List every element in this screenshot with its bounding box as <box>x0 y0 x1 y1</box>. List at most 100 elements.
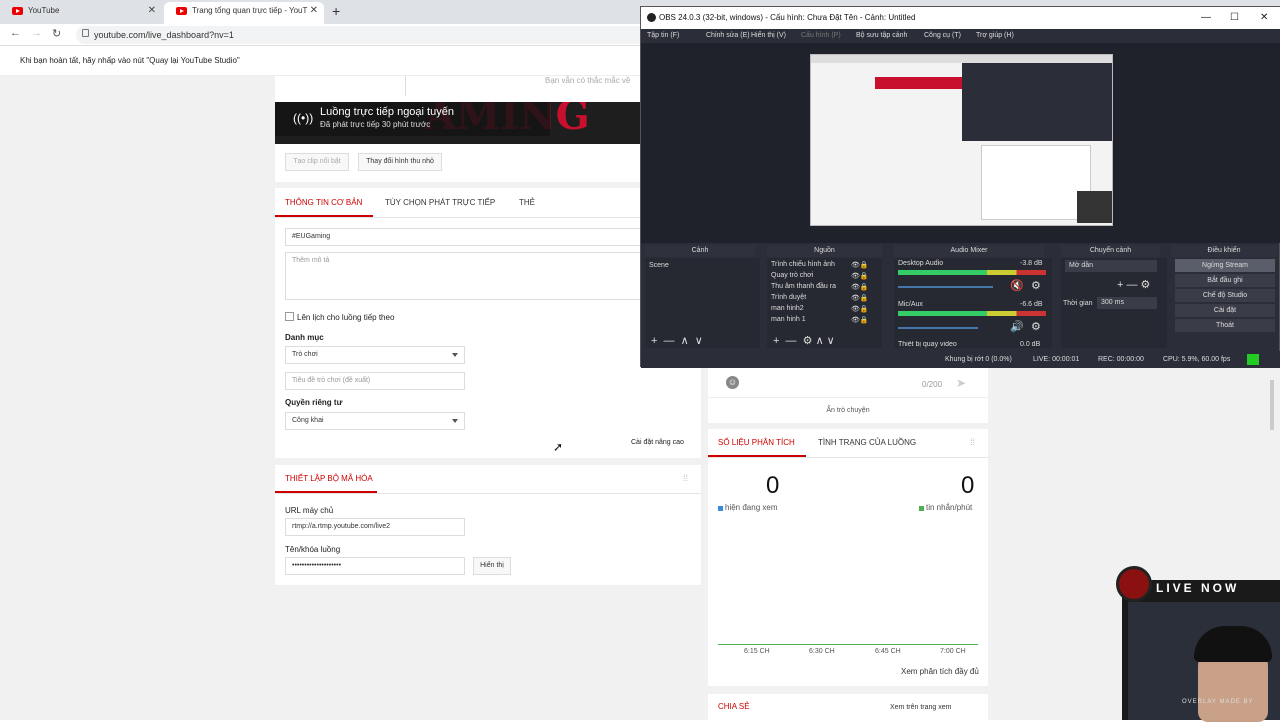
share-title: CHIA SẺ <box>718 702 750 711</box>
live-timer: LIVE: 00:00:01 <box>1033 356 1080 363</box>
scenes-dock-title: Cảnh <box>645 245 755 257</box>
tab-stream-health[interactable]: TÌNH TRẠNG CỦA LUỒNG <box>818 438 916 447</box>
encoder-card: THIẾT LẬP BỘ MÃ HÓA ⁞⁞ URL máy chủ rtmp:… <box>275 465 701 585</box>
back-icon[interactable]: ← <box>10 27 21 39</box>
overlay-credit: OVERLAY MADE BY <box>1182 699 1254 705</box>
minimize-icon[interactable]: — <box>1201 7 1211 29</box>
scene-item[interactable]: Scene <box>645 260 755 271</box>
exit-button[interactable]: Thoát <box>1175 319 1275 332</box>
live-now-label: LIVE NOW <box>1156 581 1240 595</box>
obs-window: OBS 24.0.3 (32-bit, windows) - Cấu hình:… <box>640 6 1280 368</box>
youtube-logo-icon <box>12 7 23 15</box>
create-clip-button[interactable]: Tạo clip nổi bật <box>285 153 349 171</box>
volume-slider[interactable] <box>898 327 978 329</box>
tab-live-dashboard[interactable]: Trang tổng quan trực tiếp - YouT ✕ <box>164 2 324 24</box>
close-icon[interactable]: ✕ <box>1260 7 1268 29</box>
change-thumbnail-button[interactable]: Thay đổi hình thu nhỏ <box>358 153 442 171</box>
transition-select[interactable]: Mờ dần <box>1065 260 1157 272</box>
time-tick: 6:30 CH <box>809 648 835 655</box>
menu-edit[interactable]: Chỉnh sửa (E) <box>706 29 750 43</box>
studio-mode-button[interactable]: Chế độ Studio <box>1175 289 1275 302</box>
send-icon[interactable]: ➤ <box>956 376 966 390</box>
emoji-icon[interactable]: ☺ <box>726 376 739 389</box>
start-recording-button[interactable]: Bắt đầu ghi <box>1175 274 1275 287</box>
advanced-settings-link[interactable]: Cài đặt nâng cao <box>631 439 684 446</box>
preview-actions: Tạo clip nổi bật Thay đổi hình thu nhỏ <box>275 144 640 182</box>
menu-file[interactable]: Tập tin (F) <box>647 29 679 43</box>
streamer-hair <box>1194 626 1272 662</box>
obs-titlebar: OBS 24.0.3 (32-bit, windows) - Cấu hình:… <box>641 7 1280 29</box>
category-select[interactable]: Trò chơi <box>285 346 465 364</box>
lock-icon <box>82 29 89 37</box>
volume-slider[interactable] <box>898 286 993 288</box>
add-icon[interactable]: + — ⚙ ∧ ∨ <box>773 334 835 347</box>
capture-webcam <box>1077 191 1112 223</box>
maximize-icon[interactable]: ☐ <box>1230 7 1239 29</box>
full-analytics-link[interactable]: Xem phân tích đầy đủ <box>901 667 979 676</box>
hide-chat-link[interactable]: Ẩn trò chuyện <box>708 407 988 414</box>
info-card: THÔNG TIN CƠ BẢN TÙY CHỌN PHÁT TRỰC TIẾP… <box>275 188 701 458</box>
tab-analytics[interactable]: SỐ LIỆU PHÂN TÍCH <box>718 438 795 447</box>
mixer-dock-title: Audio Mixer <box>894 245 1044 257</box>
capture-analytics <box>981 145 1091 220</box>
close-icon[interactable]: ✕ <box>148 2 156 20</box>
gear-icon[interactable]: ⚙ <box>1031 320 1041 333</box>
schedule-checkbox[interactable] <box>285 312 294 321</box>
tab-title: YouTube <box>28 6 60 15</box>
gear-icon[interactable]: ⚙ <box>1031 279 1041 292</box>
obs-logo-icon <box>647 13 656 22</box>
menu-scene-collection[interactable]: Bộ sưu tập cảnh <box>856 29 907 43</box>
youtube-logo-icon <box>176 7 187 15</box>
drag-handle-icon[interactable]: ⁞⁞ <box>970 437 975 447</box>
mute-icon[interactable]: 🔇 <box>1010 279 1024 292</box>
preview-screen-capture <box>810 54 1113 226</box>
analytics-card: SỐ LIỆU PHÂN TÍCH TÌNH TRẠNG CỦA LUỒNG ⁞… <box>708 429 988 686</box>
help-hint: Bạn vẫn có thắc mắc về <box>545 76 631 85</box>
server-url-field[interactable]: rtmp://a.rtmp.youtube.com/live2 <box>285 518 465 536</box>
drag-handle-icon[interactable]: ⁞⁞ <box>683 473 688 483</box>
duration-input[interactable]: 300 ms <box>1097 297 1157 309</box>
tab-basic-info[interactable]: THÔNG TIN CƠ BẢN <box>285 198 362 207</box>
menu-help[interactable]: Trợ giúp (H) <box>976 29 1014 43</box>
tab-youtube[interactable]: YouTube ✕ <box>0 2 162 24</box>
url-input[interactable]: youtube.com/live_dashboard?nv=1 <box>76 26 646 44</box>
page-scrollbar[interactable] <box>1270 380 1274 430</box>
tab-stream-options[interactable]: TÙY CHỌN PHÁT TRỰC TIẾP <box>385 198 495 207</box>
stop-stream-button[interactable]: Ngừng Stream <box>1175 259 1275 272</box>
watch-page-link[interactable]: Xem trên trang xem <box>890 704 951 711</box>
privacy-select[interactable]: Công khai <box>285 412 465 430</box>
add-icon[interactable]: + — ∧ ∨ <box>651 334 703 347</box>
speaker-icon[interactable]: 🔊 <box>1010 320 1024 333</box>
chart-baseline <box>718 644 978 645</box>
close-icon[interactable]: ✕ <box>310 2 318 20</box>
divider <box>405 76 406 96</box>
menu-tools[interactable]: Công cụ (T) <box>924 29 961 43</box>
live-now-overlay: LIVE NOW OVERLAY MADE BY <box>1116 566 1280 722</box>
description-textarea[interactable]: Thêm mô tả <box>285 252 645 300</box>
stream-key-field[interactable]: •••••••••••••••••••• <box>285 557 465 575</box>
stream-status-subtitle: Đã phát trực tiếp 30 phút trước <box>320 120 431 129</box>
category-value: Trò chơi <box>292 351 318 358</box>
title-input[interactable]: #EUGaming <box>285 228 645 246</box>
time-tick: 7:00 CH <box>940 648 966 655</box>
divider <box>275 217 701 218</box>
live-broadcast-icon: ((•)) <box>293 111 314 125</box>
mixer-channel-name: Desktop Audio <box>898 260 944 267</box>
forward-icon[interactable]: → <box>31 27 42 39</box>
new-tab-icon[interactable]: + <box>332 3 340 19</box>
cpu-usage: CPU: 5.9%, 60.00 fps <box>1163 356 1231 363</box>
visibility-icon[interactable]: 👁🔒 👁🔒 👁🔒 👁🔒 👁🔒 👁🔒 <box>851 260 869 326</box>
show-key-button[interactable]: Hiển thị <box>473 557 511 575</box>
scenes-list: Scene + — ∧ ∨ <box>645 258 760 348</box>
reload-icon[interactable]: ↻ <box>52 27 61 40</box>
tab-cards[interactable]: THẺ <box>519 198 535 207</box>
game-title-input[interactable]: Tiêu đề trò chơi (đề xuất) <box>285 372 465 390</box>
capture-obs <box>962 63 1112 141</box>
menu-view[interactable]: Hiển thị (V) <box>751 29 786 43</box>
add-icon[interactable]: + — ⚙ <box>1117 278 1150 291</box>
rec-timer: REC: 00:00:00 <box>1098 356 1144 363</box>
menu-profile[interactable]: Cấu hình (P) <box>801 29 841 43</box>
obs-title: OBS 24.0.3 (32-bit, windows) - Cấu hình:… <box>659 13 916 22</box>
mouse-cursor-icon: ➚ <box>553 440 564 454</box>
settings-button[interactable]: Cài đặt <box>1175 304 1275 317</box>
